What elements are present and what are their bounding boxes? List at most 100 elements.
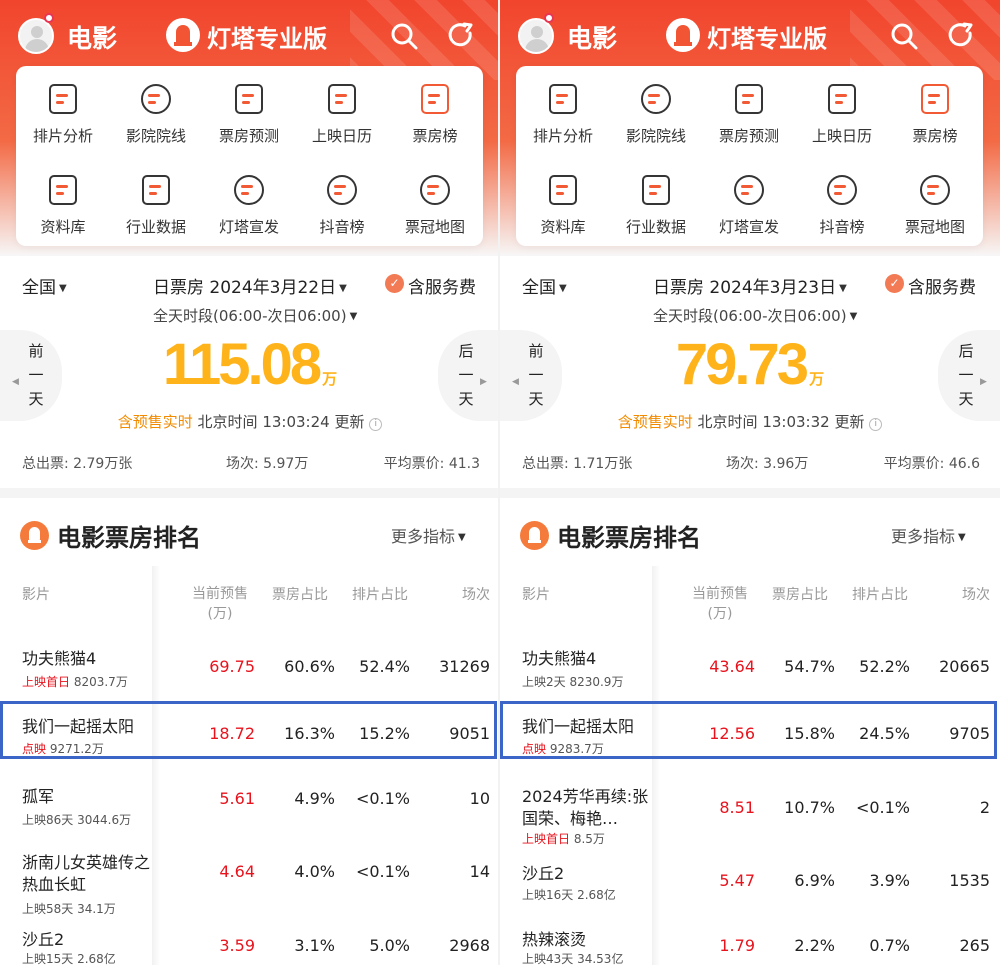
info-icon[interactable]: i bbox=[869, 418, 883, 431]
film-release-info: 上映15天 2.68亿 bbox=[22, 952, 116, 965]
column-header-box-office-share[interactable]: 票房占比 bbox=[265, 584, 335, 604]
menu-item-industry-data[interactable]: 行业数据 bbox=[611, 175, 701, 247]
lighthouse-logo-icon bbox=[666, 18, 700, 52]
section-divider bbox=[0, 488, 498, 498]
column-header-presale[interactable]: 当前预售 (万) bbox=[185, 584, 255, 624]
refresh-icon[interactable] bbox=[947, 22, 975, 50]
show-count: 2 bbox=[979, 798, 990, 817]
table-row[interactable]: 我们一起摇太阳 点映 9271.2万 18.72 16.3% 15.2% 905… bbox=[0, 704, 498, 776]
avatar[interactable] bbox=[18, 18, 54, 54]
menu-item-release-calendar[interactable]: 上映日历 bbox=[797, 84, 887, 156]
column-header-film[interactable]: 影片 bbox=[22, 584, 50, 604]
search-icon[interactable] bbox=[390, 22, 418, 50]
table-row[interactable]: 沙丘2 上映15天 2.68亿 3.59 3.1% 5.0% 2968 bbox=[0, 926, 498, 965]
service-fee-label[interactable]: 含服务费 bbox=[908, 273, 976, 298]
cinema-chain-icon bbox=[141, 84, 171, 114]
more-metrics-dropdown[interactable]: 更多指标 ▼ bbox=[391, 523, 466, 547]
table-row[interactable]: 功夫熊猫4 上映2天 8230.9万 43.64 54.7% 52.2% 206… bbox=[500, 636, 1000, 708]
film-name: 沙丘2 bbox=[522, 864, 565, 883]
column-header-film[interactable]: 影片 bbox=[522, 584, 550, 604]
table-header: 影片 当前预售 (万) 票房占比 排片占比 场次 bbox=[500, 566, 1000, 636]
table-row[interactable]: 2024芳华再续:张国荣、梅艳… 上映首日 8.5万 8.51 10.7% <0… bbox=[500, 774, 1000, 854]
more-metrics-dropdown[interactable]: 更多指标 ▼ bbox=[891, 523, 966, 547]
page-title: 电影 bbox=[567, 24, 618, 53]
column-header-shows[interactable]: 场次 bbox=[430, 584, 490, 604]
menu-item-lighthouse-publicity[interactable]: 灯塔宣发 bbox=[704, 175, 794, 247]
service-fee-check-icon[interactable]: ✓ bbox=[885, 274, 904, 293]
schedule-analysis-icon bbox=[549, 84, 577, 114]
refresh-icon[interactable] bbox=[447, 22, 475, 50]
table-row[interactable]: 沙丘2 上映16天 2.68亿 5.47 6.9% 3.9% 1535 bbox=[500, 856, 1000, 928]
top-bar: 电影 灯塔专业版 bbox=[500, 0, 1000, 70]
menu-item-database[interactable]: 资料库 bbox=[18, 175, 108, 247]
total-tickets: 总出票: 2.79万张 bbox=[22, 456, 133, 472]
top-bar: 电影 灯塔专业版 bbox=[0, 0, 498, 70]
box-office-map-icon bbox=[920, 175, 950, 205]
tiktok-chart-icon bbox=[327, 175, 357, 205]
menu-item-database[interactable]: 资料库 bbox=[518, 175, 608, 247]
menu-item-tiktok-chart[interactable]: 抖音榜 bbox=[797, 175, 887, 247]
total-shows: 场次: 5.97万 bbox=[226, 456, 309, 472]
film-release-info: 点映 9271.2万 bbox=[22, 742, 104, 756]
date-selector[interactable]: 日票房 2024年3月23日 ▼ bbox=[653, 273, 847, 298]
menu-item-box-office-chart[interactable]: 票房榜 bbox=[390, 84, 480, 156]
database-icon bbox=[49, 175, 77, 205]
film-release-info: 上映43天 34.53亿 bbox=[522, 952, 624, 965]
menu-item-industry-data[interactable]: 行业数据 bbox=[111, 175, 201, 247]
film-name: 浙南儿女英雄传之热血长虹 bbox=[22, 853, 151, 894]
region-selector[interactable]: 全国 ▼ bbox=[522, 273, 567, 298]
menu-item-box-office-map[interactable]: 票冠地图 bbox=[390, 175, 480, 247]
menu-item-box-office-chart[interactable]: 票房榜 bbox=[890, 84, 980, 156]
column-header-presale[interactable]: 当前预售 (万) bbox=[685, 584, 755, 624]
column-header-schedule-share[interactable]: 排片占比 bbox=[845, 584, 915, 604]
menu-item-schedule-analysis[interactable]: 排片分析 bbox=[518, 84, 608, 156]
schedule-share: 3.9% bbox=[869, 871, 910, 890]
date-label: 日票房 2024年3月22日 bbox=[153, 278, 337, 298]
schedule-share: 52.4% bbox=[359, 657, 410, 676]
table-row[interactable]: 浙南儿女英雄传之热血长虹 上映58天 34.1万 4.64 4.0% <0.1%… bbox=[0, 840, 498, 926]
menu-item-release-calendar[interactable]: 上映日历 bbox=[297, 84, 387, 156]
menu-label: 排片分析 bbox=[532, 127, 593, 145]
search-icon[interactable] bbox=[890, 22, 918, 50]
table-row[interactable]: 功夫熊猫4 上映首日 8203.7万 69.75 60.6% 52.4% 312… bbox=[0, 636, 498, 708]
film-release-info: 上映首日 8.5万 bbox=[522, 832, 605, 846]
dropdown-caret-icon: ▼ bbox=[958, 532, 966, 543]
menu-item-box-office-forecast[interactable]: 票房预测 bbox=[204, 84, 294, 156]
date-selector[interactable]: 日票房 2024年3月22日 ▼ bbox=[153, 273, 347, 298]
region-selector[interactable]: 全国 ▼ bbox=[22, 273, 67, 298]
column-header-shows[interactable]: 场次 bbox=[930, 584, 990, 604]
menu-item-cinema-chain[interactable]: 影院院线 bbox=[611, 84, 701, 156]
time-period-selector[interactable]: 全天时段(06:00-次日06:00) ▼ bbox=[153, 305, 357, 326]
time-period-selector[interactable]: 全天时段(06:00-次日06:00) ▼ bbox=[653, 305, 857, 326]
film-name: 孤军 bbox=[22, 787, 55, 806]
lighthouse-publicity-icon bbox=[234, 175, 264, 205]
table-row[interactable]: 孤军 上映86天 3044.6万 5.61 4.9% <0.1% 10 bbox=[0, 774, 498, 846]
box-office-ranking-table: 影片 当前预售 (万) 票房占比 排片占比 场次 功夫熊猫4 上映2天 8230.… bbox=[500, 566, 1000, 965]
menu-item-tiktok-chart[interactable]: 抖音榜 bbox=[297, 175, 387, 247]
menu-label: 行业数据 bbox=[625, 218, 686, 236]
presale-value: 5.61 bbox=[219, 789, 255, 808]
show-count: 9051 bbox=[449, 724, 490, 743]
film-release-info: 上映2天 8230.9万 bbox=[522, 675, 624, 689]
presale-value: 43.64 bbox=[709, 657, 755, 676]
table-row[interactable]: 热辣滚烫 上映43天 34.53亿 1.79 2.2% 0.7% 265 bbox=[500, 926, 1000, 965]
table-row[interactable]: 我们一起摇太阳 点映 9283.7万 12.56 15.8% 24.5% 970… bbox=[500, 704, 1000, 776]
menu-label: 票冠地图 bbox=[404, 218, 465, 236]
table-header: 影片 当前预售 (万) 票房占比 排片占比 场次 bbox=[0, 566, 498, 636]
info-icon[interactable]: i bbox=[369, 418, 383, 431]
service-fee-check-icon[interactable]: ✓ bbox=[385, 274, 404, 293]
schedule-share: <0.1% bbox=[355, 862, 410, 881]
menu-item-lighthouse-publicity[interactable]: 灯塔宣发 bbox=[204, 175, 294, 247]
box-office-share: 2.2% bbox=[794, 936, 835, 955]
menu-item-cinema-chain[interactable]: 影院院线 bbox=[111, 84, 201, 156]
presale-value: 3.59 bbox=[219, 936, 255, 955]
column-header-box-office-share[interactable]: 票房占比 bbox=[765, 584, 835, 604]
menu-item-schedule-analysis[interactable]: 排片分析 bbox=[18, 84, 108, 156]
menu-item-box-office-map[interactable]: 票冠地图 bbox=[890, 175, 980, 247]
avatar[interactable] bbox=[518, 18, 554, 54]
menu-item-box-office-forecast[interactable]: 票房预测 bbox=[704, 84, 794, 156]
dropdown-caret-icon: ▼ bbox=[839, 283, 847, 294]
service-fee-label[interactable]: 含服务费 bbox=[408, 273, 476, 298]
column-header-schedule-share[interactable]: 排片占比 bbox=[345, 584, 415, 604]
release-calendar-icon bbox=[828, 84, 856, 114]
